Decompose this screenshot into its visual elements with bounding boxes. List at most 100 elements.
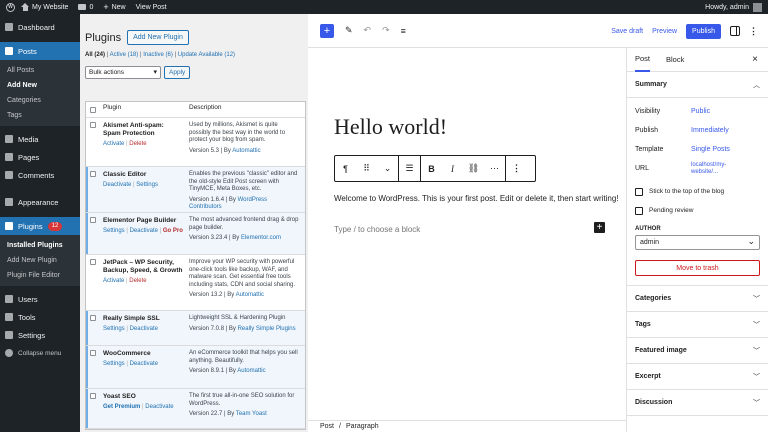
publish-date-value[interactable]: Immediately bbox=[691, 127, 729, 134]
deactivate-link[interactable]: Deactivate bbox=[130, 361, 158, 367]
plugin-author-link[interactable]: Really Simple Plugins bbox=[238, 326, 296, 332]
settings-sidebar-icon[interactable] bbox=[730, 26, 740, 36]
tab-block[interactable]: Block bbox=[666, 48, 684, 72]
activate-link[interactable]: Activate bbox=[103, 141, 124, 147]
deactivate-link[interactable]: Deactivate bbox=[130, 228, 158, 234]
bold-icon[interactable]: B bbox=[421, 164, 442, 174]
filter-inactive[interactable]: Inactive (6) bbox=[143, 52, 173, 58]
wp-logo-menu[interactable]: W bbox=[6, 2, 15, 12]
pencil-icon[interactable]: ✎ bbox=[345, 25, 353, 36]
submenu-add-new[interactable]: Add New bbox=[0, 78, 80, 93]
view-post-link[interactable]: View Post bbox=[136, 4, 167, 11]
deactivate-link[interactable]: Deactivate bbox=[130, 326, 158, 332]
menu-settings[interactable]: Settings bbox=[0, 326, 80, 344]
row-checkbox[interactable] bbox=[90, 393, 96, 399]
plugin-author-link[interactable]: Elementor.com bbox=[241, 235, 281, 241]
preview-button[interactable]: Preview bbox=[652, 28, 677, 35]
drag-handle-icon[interactable]: ⠿ bbox=[356, 163, 377, 174]
row-checkbox[interactable] bbox=[90, 315, 96, 321]
publish-button[interactable]: Publish bbox=[686, 23, 721, 39]
site-name-link[interactable]: My Website bbox=[21, 3, 68, 11]
row-checkbox[interactable] bbox=[90, 122, 96, 128]
row-checkbox[interactable] bbox=[90, 350, 96, 356]
select-all-checkbox[interactable] bbox=[90, 106, 96, 113]
author-select[interactable]: admin bbox=[635, 235, 760, 250]
menu-posts[interactable]: Posts bbox=[0, 42, 80, 60]
settings-link[interactable]: Settings bbox=[103, 326, 125, 332]
row-checkbox[interactable] bbox=[90, 171, 96, 177]
pending-review-checkbox[interactable] bbox=[635, 206, 643, 215]
activate-link[interactable]: Activate bbox=[103, 278, 124, 284]
submenu-installed-plugins[interactable]: Installed Plugins bbox=[0, 238, 80, 253]
row-checkbox[interactable] bbox=[90, 217, 96, 223]
my-account[interactable]: Howdy, admin bbox=[705, 0, 762, 14]
plugin-author-link[interactable]: Automattic bbox=[232, 148, 260, 154]
filter-active[interactable]: Active (18) bbox=[110, 52, 139, 58]
paragraph-block[interactable]: Welcome to WordPress. This is your first… bbox=[334, 194, 619, 203]
tab-post[interactable]: Post bbox=[635, 48, 651, 72]
block-inserter-button[interactable]: + bbox=[320, 23, 334, 38]
submenu-add-new-plugin[interactable]: Add New Plugin bbox=[0, 253, 80, 268]
list-view-icon[interactable]: ≡ bbox=[401, 26, 406, 36]
settings-link[interactable]: Settings bbox=[103, 361, 125, 367]
featured-image-panel-toggle[interactable]: Featured image ﹀ bbox=[627, 338, 768, 364]
new-content-link[interactable]: + New bbox=[103, 2, 125, 12]
sticky-checkbox[interactable] bbox=[635, 187, 643, 196]
settings-link[interactable]: Settings bbox=[136, 182, 158, 188]
undo-icon[interactable]: ↶ bbox=[364, 25, 372, 36]
save-draft-button[interactable]: Save draft bbox=[611, 28, 643, 35]
filter-update-available[interactable]: Update Available (12) bbox=[178, 52, 235, 58]
menu-comments[interactable]: Comments bbox=[0, 166, 80, 184]
post-title[interactable]: Hello world! bbox=[334, 114, 447, 140]
submenu-tags[interactable]: Tags bbox=[0, 108, 80, 123]
submenu-plugin-file-editor[interactable]: Plugin File Editor bbox=[0, 268, 80, 283]
menu-media[interactable]: Media bbox=[0, 130, 80, 148]
close-icon[interactable]: × bbox=[752, 54, 758, 65]
visibility-value[interactable]: Public bbox=[691, 108, 710, 115]
move-to-trash-button[interactable]: Move to trash bbox=[635, 260, 760, 276]
settings-link[interactable]: Settings bbox=[103, 228, 125, 234]
plugin-author-link[interactable]: Automattic bbox=[237, 368, 265, 374]
row-checkbox[interactable] bbox=[90, 259, 96, 265]
breadcrumb-paragraph[interactable]: Paragraph bbox=[346, 423, 379, 430]
breadcrumb-post[interactable]: Post bbox=[320, 423, 334, 430]
deactivate-link[interactable]: Deactivate bbox=[145, 404, 173, 410]
chevron-down-icon[interactable]: ⌄ bbox=[377, 163, 398, 174]
apply-button[interactable]: Apply bbox=[164, 65, 191, 79]
comments-link[interactable]: 0 bbox=[78, 4, 93, 11]
summary-panel-toggle[interactable]: Summary ︿ bbox=[627, 72, 768, 98]
paragraph-icon[interactable]: ¶ bbox=[335, 164, 356, 174]
menu-tools[interactable]: Tools bbox=[0, 308, 80, 326]
delete-link[interactable]: Delete bbox=[129, 141, 146, 147]
menu-plugins[interactable]: Plugins 12 bbox=[0, 217, 80, 235]
url-value[interactable]: localhost/my-website/... bbox=[691, 162, 737, 176]
template-value[interactable]: Single Posts bbox=[691, 146, 730, 153]
get-premium-link[interactable]: Get Premium bbox=[103, 404, 140, 410]
menu-appearance[interactable]: Appearance bbox=[0, 193, 80, 211]
block-placeholder[interactable]: Type / to choose a block bbox=[334, 225, 420, 234]
deactivate-link[interactable]: Deactivate bbox=[103, 182, 131, 188]
menu-pages[interactable]: Pages bbox=[0, 148, 80, 166]
add-new-plugin-button[interactable]: Add New Plugin bbox=[127, 30, 189, 45]
bulk-actions-select[interactable]: Bulk actions bbox=[85, 65, 161, 79]
discussion-panel-toggle[interactable]: Discussion ﹀ bbox=[627, 390, 768, 416]
block-options-kebab-icon[interactable]: ⋮ bbox=[506, 163, 527, 174]
excerpt-panel-toggle[interactable]: Excerpt ﹀ bbox=[627, 364, 768, 390]
align-left-icon[interactable]: ☰ bbox=[399, 163, 420, 174]
go-pro-link[interactable]: Go Pro bbox=[163, 228, 183, 234]
menu-users[interactable]: Users bbox=[0, 290, 80, 308]
plugin-author-link[interactable]: Automattic bbox=[236, 292, 264, 298]
menu-dashboard[interactable]: Dashboard bbox=[0, 18, 80, 36]
redo-icon[interactable]: ↷ bbox=[382, 25, 390, 36]
options-kebab-icon[interactable]: ⋮ bbox=[749, 26, 758, 37]
filter-all[interactable]: All (24) bbox=[85, 52, 105, 58]
submenu-categories[interactable]: Categories bbox=[0, 93, 80, 108]
submenu-all-posts[interactable]: All Posts bbox=[0, 63, 80, 78]
italic-icon[interactable]: I bbox=[442, 164, 463, 174]
more-formats-icon[interactable]: ⋯ bbox=[484, 163, 505, 174]
categories-panel-toggle[interactable]: Categories ﹀ bbox=[627, 286, 768, 312]
tags-panel-toggle[interactable]: Tags ﹀ bbox=[627, 312, 768, 338]
inline-inserter-plus-icon[interactable]: + bbox=[594, 222, 605, 233]
delete-link[interactable]: Delete bbox=[129, 278, 146, 284]
collapse-menu[interactable]: Collapse menu bbox=[0, 344, 80, 362]
